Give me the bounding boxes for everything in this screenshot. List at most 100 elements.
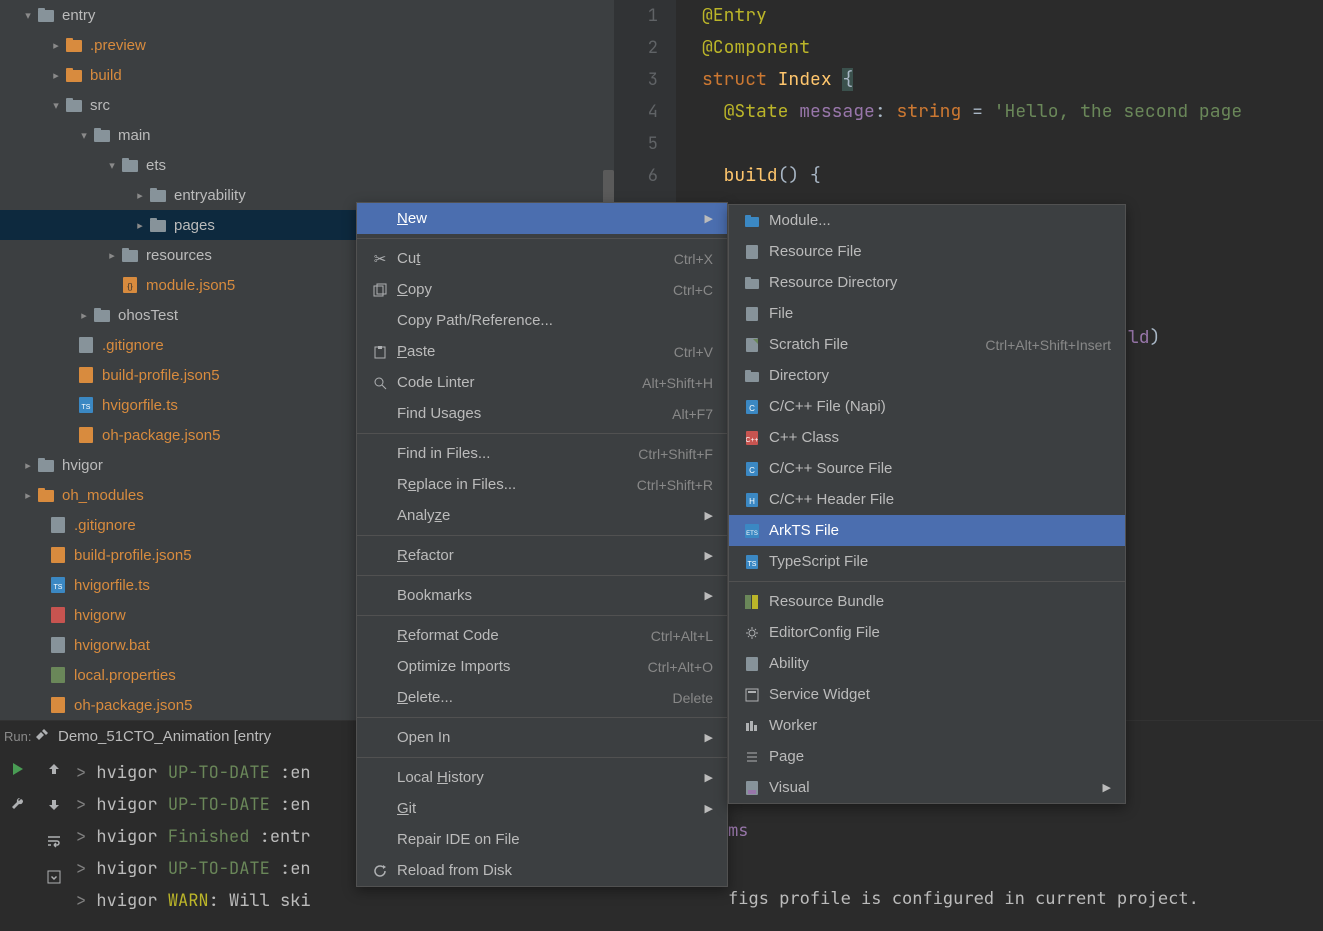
menu-item-ccpp-napi[interactable]: C C/C++ File (Napi)	[729, 391, 1125, 422]
menu-item-delete[interactable]: Delete... Delete	[357, 682, 727, 713]
menu-item-paste[interactable]: Paste Ctrl+V	[357, 336, 727, 367]
tree-folder-main[interactable]: ▾ main	[0, 120, 614, 150]
run-config-name[interactable]: Demo_51CTO_Animation [entry	[58, 728, 271, 745]
line-number: 5	[614, 128, 676, 160]
menu-label: Replace in Files...	[397, 476, 629, 493]
tree-label: resources	[146, 247, 212, 264]
json-file-icon	[76, 427, 96, 443]
menu-item-optimize-imports[interactable]: Optimize Imports Ctrl+Alt+O	[357, 651, 727, 682]
svg-text:C++: C++	[746, 437, 758, 444]
menu-item-resource-bundle[interactable]: Resource Bundle	[729, 586, 1125, 617]
ts-file-icon: TS	[76, 397, 96, 413]
menu-item-refactor[interactable]: Refactor ▶	[357, 540, 727, 571]
menu-shortcut: Ctrl+Alt+O	[648, 659, 713, 675]
menu-item-ccpp-header[interactable]: H C/C++ Header File	[729, 484, 1125, 515]
up-arrow-icon[interactable]	[36, 751, 72, 787]
console-fragment: ms	[728, 821, 748, 841]
menu-item-find-usages[interactable]: Find Usages Alt+F7	[357, 398, 727, 429]
folder-icon	[64, 68, 84, 82]
menu-item-repair-ide[interactable]: Repair IDE on File	[357, 824, 727, 855]
menu-item-worker[interactable]: Worker	[729, 710, 1125, 741]
tree-label: local.properties	[74, 667, 176, 684]
menu-item-replace-in-files[interactable]: Replace in Files... Ctrl+Shift+R	[357, 469, 727, 500]
down-arrow-icon[interactable]	[36, 787, 72, 823]
console-task: hvigor	[96, 858, 167, 880]
menu-item-copy[interactable]: Copy Ctrl+C	[357, 274, 727, 305]
menu-item-reformat[interactable]: Reformat Code Ctrl+Alt+L	[357, 620, 727, 651]
code-fragment: )	[1150, 326, 1161, 349]
folder-icon	[743, 370, 761, 382]
console-arrow: >	[76, 762, 96, 784]
menu-item-git[interactable]: Git ▶	[357, 793, 727, 824]
json-file-icon	[48, 697, 68, 713]
menu-label: Page	[769, 748, 1111, 765]
menu-item-cut[interactable]: ✂ Cut Ctrl+X	[357, 243, 727, 274]
menu-item-reload[interactable]: Reload from Disk	[357, 855, 727, 886]
run-button[interactable]	[0, 751, 36, 787]
menu-item-module[interactable]: Module...	[729, 205, 1125, 236]
gitignore-file-icon	[76, 337, 96, 353]
tree-folder-src[interactable]: ▾ src	[0, 90, 614, 120]
console-rest: : Will ski	[209, 890, 311, 912]
tree-folder-ets[interactable]: ▾ ets	[0, 150, 614, 180]
menu-item-resource-file[interactable]: Resource File	[729, 236, 1125, 267]
svg-text:TS: TS	[54, 584, 63, 591]
menu-shortcut: Ctrl+Alt+L	[651, 628, 713, 644]
menu-label: Visual	[769, 779, 1095, 796]
menu-label: Reload from Disk	[397, 862, 713, 879]
menu-item-arkts-file[interactable]: ETS ArkTS File	[729, 515, 1125, 546]
menu-item-find-in-files[interactable]: Find in Files... Ctrl+Shift+F	[357, 438, 727, 469]
menu-item-bookmarks[interactable]: Bookmarks ▶	[357, 580, 727, 611]
menu-item-code-linter[interactable]: Code Linter Alt+Shift+H	[357, 367, 727, 398]
menu-label: Repair IDE on File	[397, 831, 713, 848]
menu-separator	[357, 575, 727, 576]
menu-item-page[interactable]: Page	[729, 741, 1125, 772]
cut-icon: ✂	[371, 250, 389, 268]
menu-label: Find in Files...	[397, 445, 630, 462]
menu-item-open-in[interactable]: Open In ▶	[357, 722, 727, 753]
wrench-icon[interactable]	[0, 787, 36, 823]
console-arrow: >	[76, 794, 96, 816]
console-status: UP-TO-DATE	[168, 794, 270, 816]
menu-label: Analyze	[397, 507, 697, 524]
scroll-icon[interactable]	[36, 859, 72, 895]
svg-text:TS: TS	[82, 404, 91, 411]
console-arrow: >	[76, 826, 96, 848]
menu-item-editorconfig[interactable]: EditorConfig File	[729, 617, 1125, 648]
menu-item-ccpp-source[interactable]: C C/C++ Source File	[729, 453, 1125, 484]
c-file-icon: C	[743, 462, 761, 476]
menu-separator	[357, 433, 727, 434]
menu-item-ability[interactable]: Ability	[729, 648, 1125, 679]
menu-item-analyze[interactable]: Analyze ▶	[357, 500, 727, 531]
tree-folder-entry[interactable]: ▾ entry	[0, 0, 614, 30]
menu-label: Resource Bundle	[769, 593, 1111, 610]
menu-item-typescript-file[interactable]: TS TypeScript File	[729, 546, 1125, 577]
tree-folder-build[interactable]: ▸ build	[0, 60, 614, 90]
widget-icon	[743, 688, 761, 702]
worker-icon	[743, 719, 761, 733]
wrap-icon[interactable]	[36, 823, 72, 859]
folder-icon	[64, 98, 84, 112]
menu-item-directory[interactable]: Directory	[729, 360, 1125, 391]
menu-item-local-history[interactable]: Local History ▶	[357, 762, 727, 793]
menu-item-cpp-class[interactable]: C++ C++ Class	[729, 422, 1125, 453]
menu-label: Directory	[769, 367, 1111, 384]
console-status: UP-TO-DATE	[168, 858, 270, 880]
menu-item-resource-directory[interactable]: Resource Directory	[729, 267, 1125, 298]
chevron-down-icon: ▾	[104, 159, 120, 172]
console-status: UP-TO-DATE	[168, 762, 270, 784]
menu-item-visual[interactable]: Visual ▶	[729, 772, 1125, 803]
hammer-icon	[34, 728, 50, 744]
console-rest: :en	[270, 762, 311, 784]
bat-file-icon	[48, 637, 68, 653]
menu-item-service-widget[interactable]: Service Widget	[729, 679, 1125, 710]
menu-item-file[interactable]: File	[729, 298, 1125, 329]
chevron-right-icon: ▶	[1103, 781, 1111, 794]
menu-item-scratch-file[interactable]: Scratch File Ctrl+Alt+Shift+Insert	[729, 329, 1125, 360]
menu-item-new[interactable]: New ▶	[357, 203, 727, 234]
menu-item-copy-path[interactable]: Copy Path/Reference...	[357, 305, 727, 336]
menu-label: Refactor	[397, 547, 697, 564]
gear-icon	[743, 626, 761, 640]
bundle-icon	[743, 595, 761, 609]
tree-folder-preview[interactable]: ▸ .preview	[0, 30, 614, 60]
